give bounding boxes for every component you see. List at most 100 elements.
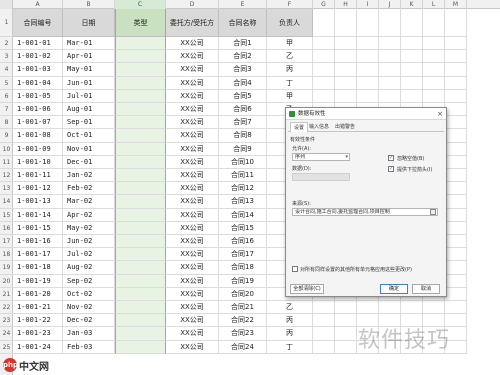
- empty-cell[interactable]: [445, 129, 467, 143]
- contract-name-cell[interactable]: 合同7: [219, 116, 267, 130]
- empty-cell[interactable]: [445, 37, 467, 51]
- empty-cell[interactable]: [335, 76, 357, 90]
- party-cell[interactable]: XX公司: [166, 221, 219, 235]
- row-header[interactable]: 8: [0, 116, 13, 130]
- contract-id-cell[interactable]: 1-001-13: [13, 195, 63, 209]
- empty-cell[interactable]: [401, 9, 423, 37]
- empty-cell[interactable]: [401, 301, 423, 315]
- header-cell[interactable]: 合同编号: [13, 9, 63, 37]
- row-header[interactable]: 13: [0, 182, 13, 196]
- contract-name-cell[interactable]: 合同15: [219, 221, 267, 235]
- party-cell[interactable]: XX公司: [166, 208, 219, 222]
- date-cell[interactable]: Jul-02: [63, 248, 115, 262]
- row-header[interactable]: 3: [0, 50, 13, 64]
- date-cell[interactable]: Dec-02: [63, 314, 115, 328]
- empty-cell[interactable]: [357, 63, 379, 77]
- empty-cell[interactable]: [335, 9, 357, 37]
- type-cell[interactable]: [115, 235, 166, 249]
- empty-cell[interactable]: [379, 9, 401, 37]
- row-header[interactable]: 7: [0, 103, 13, 117]
- contract-id-cell[interactable]: 1-001-15: [13, 221, 63, 235]
- owner-cell[interactable]: 丙: [267, 314, 313, 328]
- ok-button[interactable]: 确定: [380, 284, 408, 294]
- empty-cell[interactable]: [335, 50, 357, 64]
- type-cell[interactable]: [115, 248, 166, 262]
- clear-all-button[interactable]: 全部清除(C): [290, 284, 324, 294]
- empty-cell[interactable]: [423, 89, 445, 103]
- party-cell[interactable]: XX公司: [166, 63, 219, 77]
- allow-select[interactable]: 序列 ▾: [292, 153, 350, 161]
- contract-id-cell[interactable]: 1-001-08: [13, 129, 63, 143]
- tab-input-message[interactable]: 输入信息: [306, 122, 332, 132]
- date-cell[interactable]: Feb-02: [63, 182, 115, 196]
- column-header-i[interactable]: I: [357, 0, 379, 9]
- type-cell[interactable]: [115, 76, 166, 90]
- dialog-titlebar[interactable]: 数据有效性 ×: [286, 108, 446, 120]
- empty-cell[interactable]: [357, 89, 379, 103]
- date-cell[interactable]: Sep-02: [63, 274, 115, 288]
- party-cell[interactable]: XX公司: [166, 76, 219, 90]
- empty-cell[interactable]: [335, 301, 357, 315]
- date-cell[interactable]: Apr-02: [63, 208, 115, 222]
- empty-cell[interactable]: [313, 76, 335, 90]
- header-cell[interactable]: 日期: [63, 9, 115, 37]
- date-cell[interactable]: Jun-01: [63, 76, 115, 90]
- select-all-corner[interactable]: [0, 0, 13, 9]
- party-cell[interactable]: XX公司: [166, 142, 219, 156]
- column-header-k[interactable]: K: [401, 0, 423, 9]
- type-cell[interactable]: [115, 261, 166, 275]
- type-cell[interactable]: [115, 314, 166, 328]
- date-cell[interactable]: Nov-02: [63, 301, 115, 315]
- dropdown-arrow-checkbox[interactable]: ✓: [388, 166, 394, 172]
- empty-cell[interactable]: [445, 116, 467, 130]
- contract-id-cell[interactable]: 1-001-02: [13, 50, 63, 64]
- contract-id-cell[interactable]: 1-001-22: [13, 314, 63, 328]
- contract-name-cell[interactable]: 合同13: [219, 195, 267, 209]
- empty-cell[interactable]: [357, 301, 379, 315]
- empty-cell[interactable]: [401, 37, 423, 51]
- header-cell[interactable]: 负责人: [267, 9, 313, 37]
- row-header[interactable]: 11: [0, 156, 13, 169]
- empty-cell[interactable]: [401, 50, 423, 64]
- date-cell[interactable]: Mar-02: [63, 195, 115, 209]
- party-cell[interactable]: XX公司: [166, 89, 219, 103]
- date-cell[interactable]: Dec-01: [63, 155, 115, 169]
- date-cell[interactable]: Aug-02: [63, 261, 115, 275]
- party-cell[interactable]: XX公司: [166, 116, 219, 130]
- empty-cell[interactable]: [445, 301, 467, 315]
- type-cell[interactable]: [115, 195, 166, 209]
- contract-id-cell[interactable]: 1-001-20: [13, 287, 63, 301]
- row-header[interactable]: 15: [0, 209, 13, 222]
- empty-cell[interactable]: [313, 89, 335, 103]
- contract-id-cell[interactable]: 1-001-14: [13, 208, 63, 222]
- date-cell[interactable]: Oct-02: [63, 287, 115, 301]
- empty-cell[interactable]: [379, 50, 401, 64]
- empty-cell[interactable]: [313, 50, 335, 64]
- empty-cell[interactable]: [445, 221, 467, 235]
- party-cell[interactable]: XX公司: [166, 301, 219, 315]
- party-cell[interactable]: XX公司: [166, 169, 219, 183]
- empty-cell[interactable]: [357, 76, 379, 90]
- empty-cell[interactable]: [445, 182, 467, 196]
- date-cell[interactable]: Aug-01: [63, 103, 115, 117]
- contract-name-cell[interactable]: 合同6: [219, 103, 267, 117]
- party-cell[interactable]: XX公司: [166, 287, 219, 301]
- source-input[interactable]: 设计合同,施工合同,委托监理合同,项目控制: [292, 208, 438, 216]
- range-picker-icon[interactable]: [430, 209, 436, 215]
- type-cell[interactable]: [115, 50, 166, 64]
- empty-cell[interactable]: [445, 155, 467, 169]
- party-cell[interactable]: XX公司: [166, 261, 219, 275]
- ignore-blank-checkbox[interactable]: ✓: [388, 155, 394, 161]
- empty-cell[interactable]: [335, 327, 357, 341]
- empty-cell[interactable]: [335, 63, 357, 77]
- date-cell[interactable]: Oct-01: [63, 129, 115, 143]
- empty-cell[interactable]: [445, 195, 467, 209]
- date-cell[interactable]: Jun-02: [63, 235, 115, 249]
- contract-id-cell[interactable]: 1-001-23: [13, 327, 63, 341]
- row-header[interactable]: 21: [0, 288, 13, 301]
- empty-cell[interactable]: [445, 9, 467, 37]
- contract-id-cell[interactable]: 1-001-06: [13, 103, 63, 117]
- contract-name-cell[interactable]: 合同18: [219, 261, 267, 275]
- contract-name-cell[interactable]: 合同24: [219, 340, 267, 354]
- type-cell[interactable]: [115, 221, 166, 235]
